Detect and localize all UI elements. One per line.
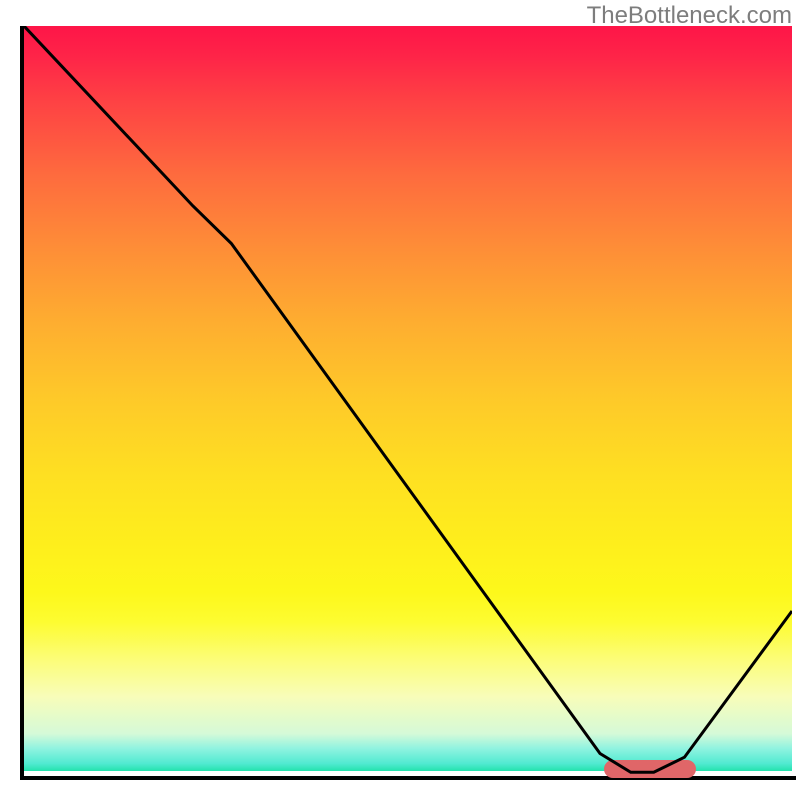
bottleneck-chart: TheBottleneck.com bbox=[0, 0, 800, 800]
plot-area bbox=[24, 26, 792, 776]
bottleneck-curve bbox=[24, 26, 792, 776]
watermark-text: TheBottleneck.com bbox=[587, 2, 792, 30]
